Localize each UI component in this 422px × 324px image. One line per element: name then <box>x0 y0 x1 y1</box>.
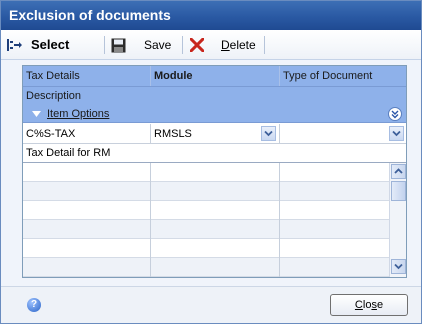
title-bar: Exclusion of documents <box>1 1 421 30</box>
scroll-up-button[interactable] <box>391 164 406 179</box>
toolbar-separator <box>264 36 265 54</box>
scrollbar-thumb[interactable] <box>391 181 406 201</box>
dialog-window: Exclusion of documents Select Save Delet… <box>0 0 422 324</box>
collapse-arrow-icon[interactable] <box>32 111 41 117</box>
module-combo[interactable]: RMSLS <box>151 124 279 144</box>
table-row[interactable] <box>23 163 389 182</box>
delete-label: Delete <box>221 38 256 52</box>
item-options-link[interactable]: Item Options <box>44 105 109 122</box>
select-icon <box>7 39 22 51</box>
type-of-document-dropdown-button[interactable] <box>389 126 404 141</box>
vertical-scrollbar[interactable] <box>389 163 406 277</box>
save-button[interactable]: Save <box>111 30 173 60</box>
chevron-down-icon <box>392 130 401 137</box>
table-row[interactable] <box>23 239 389 258</box>
column-header-module[interactable]: Module <box>151 66 279 86</box>
toolbar-separator <box>104 36 105 54</box>
table-row[interactable] <box>23 258 389 277</box>
table-row[interactable] <box>23 182 389 201</box>
exclusion-grid: Tax Details Module Type of Document Desc… <box>22 65 407 278</box>
close-button[interactable]: Close <box>330 294 408 316</box>
column-divider <box>279 163 280 277</box>
toolbar-separator <box>182 36 183 54</box>
module-dropdown-button[interactable] <box>261 126 276 141</box>
table-row[interactable] <box>23 220 389 239</box>
save-icon <box>111 38 126 53</box>
column-header-type-of-document[interactable]: Type of Document <box>280 66 406 86</box>
table-row[interactable] <box>23 201 389 220</box>
delete-icon <box>190 38 204 52</box>
window-title: Exclusion of documents <box>9 7 171 23</box>
dialog-footer: ? Close <box>1 286 421 323</box>
select-button[interactable]: Select <box>6 30 96 60</box>
expand-rows-icon[interactable] <box>388 107 402 121</box>
chevron-up-icon <box>394 168 403 174</box>
select-label: Select <box>31 37 70 52</box>
grid-subheader-row: Description <box>23 87 406 105</box>
delete-button[interactable]: Delete <box>190 30 260 60</box>
module-value: RMSLS <box>154 128 192 140</box>
help-icon[interactable]: ? <box>27 298 41 312</box>
description-row: Tax Detail for RM <box>23 144 406 163</box>
column-header-tax-details[interactable]: Tax Details <box>23 66 150 86</box>
column-divider <box>150 163 151 277</box>
tax-details-cell[interactable]: C%S-TAX <box>23 124 150 143</box>
item-options-row: Item Options <box>23 105 406 123</box>
table-row-selected[interactable]: C%S-TAX RMSLS <box>23 124 406 144</box>
type-of-document-combo[interactable] <box>280 124 406 144</box>
chevron-down-icon <box>394 263 403 270</box>
grid-header-row: Tax Details Module Type of Document <box>23 66 406 87</box>
grid-body <box>23 163 389 277</box>
column-header-description: Description <box>26 90 82 102</box>
save-label: Save <box>144 38 172 52</box>
chevron-down-icon <box>264 130 273 137</box>
scroll-down-button[interactable] <box>391 259 406 274</box>
toolbar: Select Save Delete <box>1 30 421 60</box>
description-value: Tax Detail for RM <box>26 147 111 159</box>
